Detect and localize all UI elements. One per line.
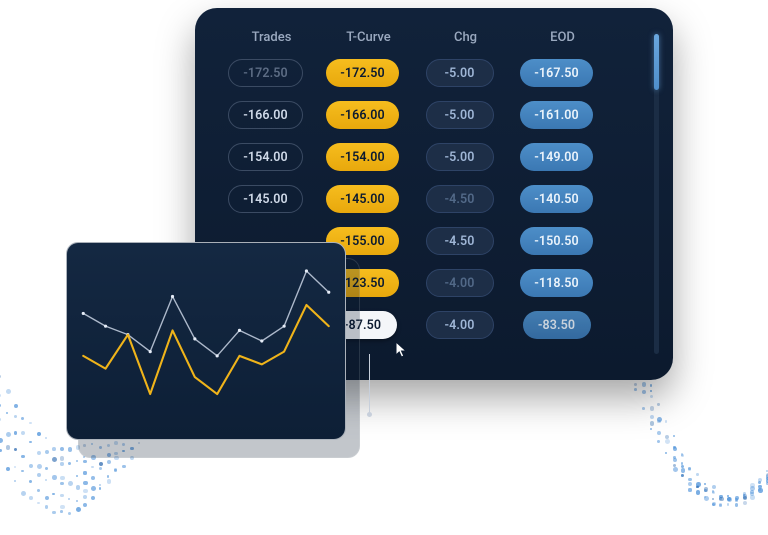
cell-eod[interactable]: -150.50	[520, 227, 593, 255]
cell-eod[interactable]: -167.50	[520, 59, 593, 87]
table-row: -172.50 -172.50 -5.00 -167.50	[221, 59, 601, 87]
header-trades: Trades	[227, 30, 316, 45]
chart-area	[66, 242, 346, 440]
cell-chg[interactable]: -4.50	[426, 227, 494, 255]
cell-tcurve[interactable]: -172.50	[326, 59, 399, 87]
cell-tcurve[interactable]: -154.00	[326, 143, 399, 171]
callout-line	[369, 354, 370, 414]
cell-eod[interactable]: -161.00	[520, 101, 593, 129]
cell-trades[interactable]: -172.50	[228, 59, 303, 87]
header-tcurve: T-Curve	[324, 30, 413, 45]
scrollbar-track[interactable]	[654, 34, 659, 354]
cell-chg[interactable]: -4.00	[426, 311, 494, 339]
table-row: -166.00 -166.00 -5.00 -161.00	[221, 101, 601, 129]
cell-tcurve[interactable]: -166.00	[326, 101, 399, 129]
cell-eod[interactable]: -140.50	[520, 185, 593, 213]
cell-chg[interactable]: -5.00	[426, 143, 494, 171]
header-chg: Chg	[421, 30, 510, 45]
table-row: -145.00 -145.00 -4.50 -140.50	[221, 185, 601, 213]
cell-chg[interactable]: -5.00	[426, 59, 494, 87]
cell-tcurve[interactable]: -145.00	[326, 185, 399, 213]
table-row: -154.00 -154.00 -5.00 -149.00	[221, 143, 601, 171]
cell-chg[interactable]: -5.00	[426, 101, 494, 129]
chart-card	[66, 242, 346, 440]
cell-chg[interactable]: -4.00	[426, 269, 494, 297]
cursor-icon	[395, 341, 409, 359]
cell-chg[interactable]: -4.50	[426, 185, 494, 213]
table-headers: Trades T-Curve Chg EOD	[221, 30, 613, 59]
cell-trades[interactable]: -154.00	[228, 143, 303, 171]
cell-eod[interactable]: -149.00	[520, 143, 593, 171]
cell-eod[interactable]: -118.50	[520, 269, 593, 297]
line-chart	[67, 243, 345, 439]
cell-eod[interactable]: -83.50	[523, 311, 591, 339]
cell-trades[interactable]: -145.00	[228, 185, 303, 213]
cell-trades[interactable]: -166.00	[228, 101, 303, 129]
header-eod: EOD	[518, 30, 607, 45]
scrollbar-thumb[interactable]	[654, 34, 659, 90]
